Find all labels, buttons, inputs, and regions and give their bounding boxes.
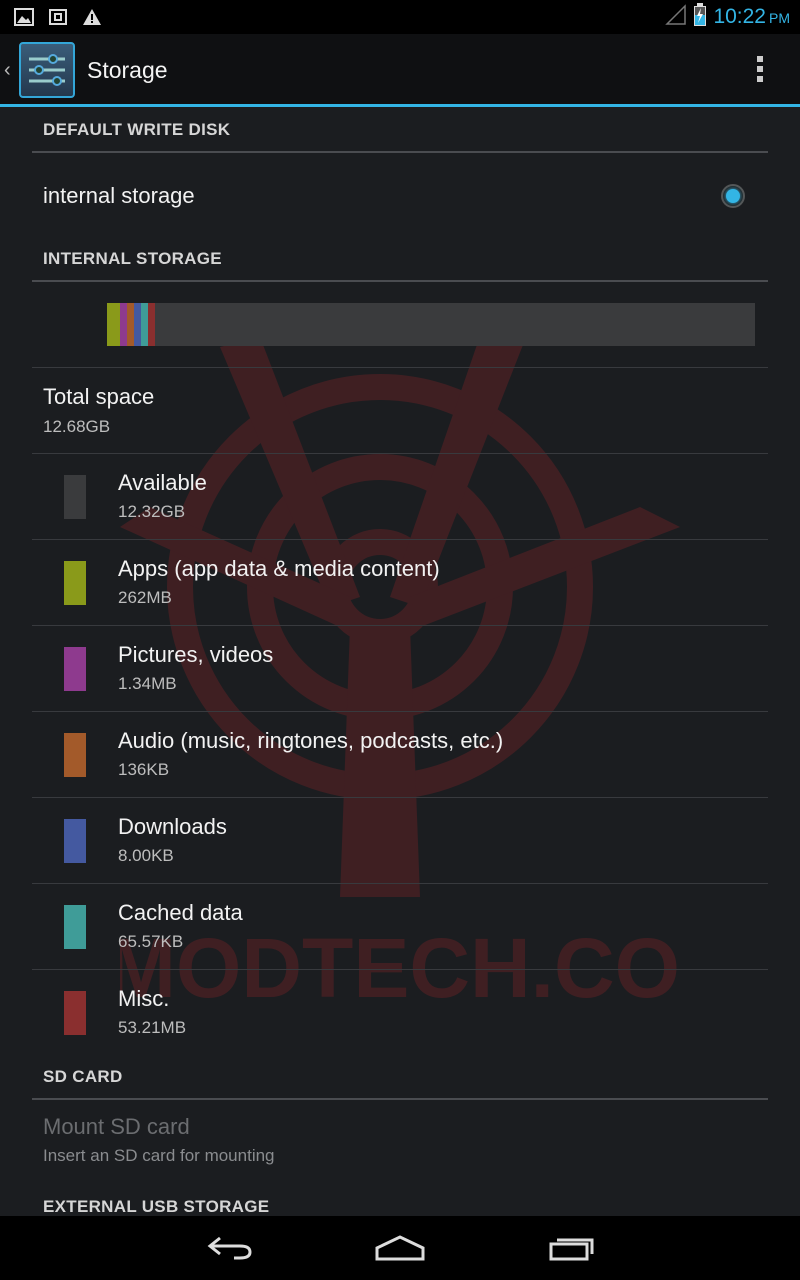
- total-space-value: 12.68GB: [43, 417, 111, 436]
- color-swatch: [64, 647, 86, 691]
- storage-category-row[interactable]: Apps (app data & media content) 262MB: [0, 540, 800, 626]
- page-title: Storage: [87, 56, 168, 83]
- warning-icon: [82, 8, 102, 26]
- total-space-row: Total space 12.68GB: [32, 368, 768, 453]
- clock: 10:22 PM: [713, 5, 790, 28]
- color-swatch: [64, 991, 86, 1035]
- home-icon[interactable]: [372, 1230, 428, 1266]
- category-label: Cached data: [118, 900, 243, 925]
- usage-segment-apps: [107, 303, 120, 346]
- action-bar: ‹ Storage: [0, 34, 800, 106]
- gallery-icon: [14, 8, 34, 26]
- category-size: 1.34MB: [118, 674, 177, 693]
- section-header-external-usb: EXTERNAL USB STORAGE: [32, 1186, 768, 1216]
- status-bar: 10:22 PM: [0, 0, 800, 34]
- category-label: Pictures, videos: [118, 642, 274, 667]
- color-swatch: [64, 733, 86, 777]
- notification-icons: [0, 8, 102, 26]
- storage-settings-list[interactable]: VMODTECH.COM DEFAULT WRITE DISK internal…: [0, 107, 800, 1216]
- storage-category-row[interactable]: Downloads 8.00KB: [0, 798, 800, 884]
- category-label: Apps (app data & media content): [118, 556, 440, 581]
- category-label: Misc.: [118, 986, 170, 1011]
- total-space-title: Total space: [43, 384, 155, 409]
- up-navigation-icon[interactable]: ‹: [4, 59, 16, 82]
- storage-category-row[interactable]: Available 12.32GB: [0, 454, 800, 540]
- signal-icon: [665, 3, 687, 31]
- storage-category-row[interactable]: Pictures, videos 1.34MB: [0, 626, 800, 712]
- storage-category-row[interactable]: Cached data 65.57KB: [0, 884, 800, 970]
- category-size: 262MB: [118, 588, 172, 607]
- navigation-bar: [0, 1216, 800, 1280]
- category-size: 136KB: [118, 760, 170, 779]
- usage-segment-cached: [141, 303, 148, 346]
- usage-segment-pictures: [120, 303, 127, 346]
- internal-storage-option-label: internal storage: [43, 183, 195, 208]
- internal-storage-radio[interactable]: [721, 184, 745, 208]
- mount-sd-card-summary: Insert an SD card for mounting: [43, 1146, 275, 1165]
- usage-segment-misc: [148, 303, 155, 346]
- category-size: 8.00KB: [118, 846, 174, 865]
- system-status: 10:22 PM: [665, 0, 790, 34]
- section-header-internal-storage: INTERNAL STORAGE: [32, 238, 768, 282]
- category-size: 53.21MB: [118, 1018, 187, 1037]
- color-swatch: [64, 819, 86, 863]
- overflow-menu-icon[interactable]: [756, 56, 764, 82]
- usage-segment-downloads: [134, 303, 141, 346]
- storage-category-row[interactable]: Misc. 53.21MB: [0, 970, 800, 1056]
- mount-sd-card-title: Mount SD card: [43, 1114, 190, 1139]
- storage-category-row[interactable]: Audio (music, ringtones, podcasts, etc.)…: [0, 712, 800, 798]
- section-header-default-write-disk: DEFAULT WRITE DISK: [32, 109, 768, 153]
- color-swatch: [64, 905, 86, 949]
- color-swatch: [64, 475, 86, 519]
- back-icon[interactable]: [202, 1230, 258, 1266]
- mount-sd-card-row: Mount SD card Insert an SD card for moun…: [32, 1102, 768, 1182]
- category-size: 12.32GB: [118, 502, 186, 521]
- sim-card-icon: [48, 8, 68, 26]
- category-label: Available: [118, 470, 207, 495]
- category-label: Audio (music, ringtones, podcasts, etc.): [118, 728, 504, 753]
- storage-usage-bar: [107, 303, 755, 346]
- settings-sliders-icon[interactable]: [19, 42, 75, 98]
- usage-segment-audio: [127, 303, 134, 346]
- battery-charging-icon: [693, 2, 707, 32]
- color-swatch: [64, 561, 86, 605]
- category-size: 65.57KB: [118, 932, 184, 951]
- section-header-sd-card: SD CARD: [32, 1056, 768, 1100]
- category-label: Downloads: [118, 814, 227, 839]
- radio-selected-dot: [726, 189, 740, 203]
- recent-apps-icon[interactable]: [543, 1230, 599, 1266]
